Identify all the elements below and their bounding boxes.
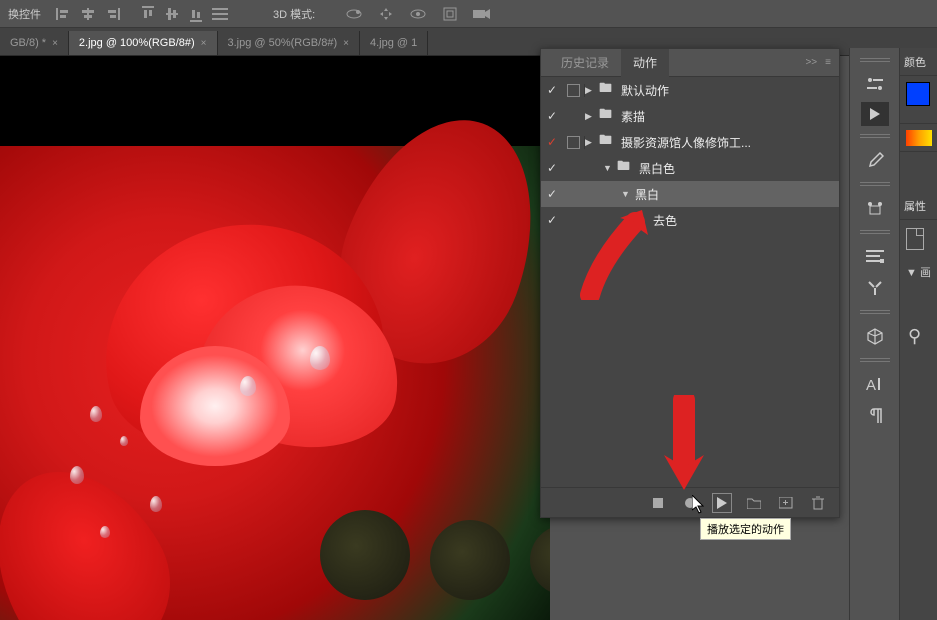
3d-mode-label: 3D 模式: <box>273 6 315 22</box>
document-tab[interactable]: 3.jpg @ 50%(RGB/8#) × <box>218 31 360 55</box>
layers-collapse[interactable]: ▼ 画 <box>900 258 937 286</box>
action-label: 去色 <box>653 212 677 229</box>
paragraph-icon[interactable] <box>859 402 891 430</box>
transform-controls-label: 换控件 <box>8 6 41 22</box>
brush-icon[interactable] <box>859 146 891 174</box>
tab-label: 2.jpg @ 100%(RGB/8#) <box>79 37 195 49</box>
play-button[interactable] <box>713 494 731 512</box>
expand-toggle[interactable]: ▶ <box>585 85 599 96</box>
action-label: 黑白色 <box>639 160 675 177</box>
record-button[interactable] <box>681 494 699 512</box>
grip-icon[interactable] <box>860 230 890 234</box>
grip-icon[interactable] <box>860 134 890 138</box>
modal-toggle[interactable] <box>563 84 585 97</box>
checkmark-icon[interactable]: ✓ <box>541 109 563 123</box>
folder-icon: 🖿 <box>617 157 635 179</box>
grip-icon[interactable] <box>860 58 890 62</box>
checkmark-icon[interactable]: ✓ <box>541 161 563 175</box>
gradient-area <box>900 124 937 152</box>
color-panel-tab[interactable]: 颜色 <box>900 48 937 76</box>
checkmark-icon[interactable]: ✓ <box>541 187 563 201</box>
folder-icon: 🖿 <box>599 79 617 101</box>
3d-pan-icon[interactable] <box>375 3 397 25</box>
document-icon[interactable] <box>906 228 924 250</box>
adjustments-icon[interactable] <box>859 70 891 98</box>
collapse-icon[interactable]: >> <box>805 57 817 68</box>
close-icon[interactable]: × <box>343 38 349 49</box>
align-left-icon[interactable] <box>53 3 75 25</box>
svg-text:A: A <box>866 377 876 392</box>
action-label: 素描 <box>621 108 645 125</box>
expand-toggle[interactable]: ▼ <box>603 163 617 173</box>
checkmark-icon[interactable]: ✓ <box>541 83 563 97</box>
expand-toggle[interactable]: ▶ <box>585 137 599 148</box>
3d-slide-icon[interactable] <box>407 3 429 25</box>
distribute-icon[interactable] <box>209 3 231 25</box>
gradient-swatch[interactable] <box>906 130 932 146</box>
document-tab[interactable]: 4.jpg @ 1 <box>360 31 428 55</box>
expand-toggle[interactable]: ▶ <box>585 111 599 122</box>
align-top-icon[interactable] <box>137 3 159 25</box>
properties-panel-tab[interactable]: 属性 <box>900 192 937 220</box>
checkmark-icon[interactable]: ✓ <box>541 213 563 227</box>
play-action-icon[interactable] <box>861 102 889 126</box>
action-label: 黑白 <box>635 186 659 203</box>
folder-icon: 🖿 <box>599 105 617 127</box>
paragraph-styles-icon[interactable] <box>859 242 891 270</box>
close-icon[interactable]: × <box>52 38 58 49</box>
new-action-button[interactable] <box>777 494 795 512</box>
3d-scale-icon[interactable] <box>439 3 461 25</box>
delete-button[interactable] <box>809 494 827 512</box>
history-tab[interactable]: 历史记录 <box>549 49 621 77</box>
document-tab[interactable]: GB/8) * × <box>0 31 69 55</box>
right-panels-edge: 颜色 属性 ▼ 画 ⚲ <box>899 48 937 620</box>
checkmark-icon[interactable]: ✓ <box>541 135 563 149</box>
grip-icon[interactable] <box>860 358 890 362</box>
tools-icon[interactable] <box>859 274 891 302</box>
document-image <box>0 146 550 620</box>
action-label: 默认动作 <box>621 82 669 99</box>
options-bar: 换控件 3D 模式: <box>0 0 937 28</box>
expand-toggle[interactable]: ▼ <box>621 189 635 199</box>
right-icon-strip: A <box>849 48 899 620</box>
actions-panel-footer <box>541 487 839 517</box>
action-step-row[interactable]: ✓ 去色 <box>541 207 839 233</box>
grip-icon[interactable] <box>860 182 890 186</box>
align-bottom-icon[interactable] <box>185 3 207 25</box>
tab-label: GB/8) * <box>10 37 46 49</box>
tab-label: 3.jpg @ 50%(RGB/8#) <box>228 37 338 49</box>
close-icon[interactable]: × <box>201 38 207 49</box>
3d-camera-icon[interactable] <box>471 3 493 25</box>
panel-menu-icon[interactable]: ≡ <box>825 57 831 68</box>
align-center-h-icon[interactable] <box>77 3 99 25</box>
modal-toggle[interactable] <box>563 136 585 149</box>
document-tab[interactable]: 2.jpg @ 100%(RGB/8#) × <box>69 31 218 55</box>
action-row[interactable]: ✓ ▼ 黑白 <box>541 181 839 207</box>
action-set-row[interactable]: ✓ ▶ 🖿 默认动作 <box>541 77 839 103</box>
folder-icon: 🖿 <box>599 131 617 153</box>
action-set-row[interactable]: ✓ ▼ 🖿 黑白色 <box>541 155 839 181</box>
action-set-row[interactable]: ✓ ▶ 🖿 素描 <box>541 103 839 129</box>
tab-label: 4.jpg @ 1 <box>370 37 417 49</box>
actions-panel: 历史记录 动作 >> ≡ ✓ ▶ 🖿 默认动作 ✓ ▶ 🖿 素描 ✓ ▶ <box>540 48 840 518</box>
color-swatch-area[interactable] <box>900 76 937 124</box>
new-set-button[interactable] <box>745 494 763 512</box>
clone-source-icon[interactable] <box>859 194 891 222</box>
3d-icon[interactable] <box>859 322 891 350</box>
grip-icon[interactable] <box>860 310 890 314</box>
action-set-row[interactable]: ✓ ▶ 🖿 摄影资源馆人像修饰工... <box>541 129 839 155</box>
canvas[interactable] <box>0 56 550 620</box>
character-icon[interactable]: A <box>859 370 891 398</box>
link-icon[interactable]: ⚲ <box>908 326 937 347</box>
3d-orbit-icon[interactable] <box>343 3 365 25</box>
panel-header: 历史记录 动作 >> ≡ <box>541 49 839 77</box>
align-right-icon[interactable] <box>101 3 123 25</box>
stop-button[interactable] <box>649 494 667 512</box>
actions-tab[interactable]: 动作 <box>621 49 669 77</box>
tooltip: 播放选定的动作 <box>700 518 791 540</box>
align-center-v-icon[interactable] <box>161 3 183 25</box>
actions-list: ✓ ▶ 🖿 默认动作 ✓ ▶ 🖿 素描 ✓ ▶ 🖿 摄影资源馆人像修饰工... … <box>541 77 839 487</box>
action-label: 摄影资源馆人像修饰工... <box>621 134 751 151</box>
foreground-color-swatch[interactable] <box>906 82 930 106</box>
